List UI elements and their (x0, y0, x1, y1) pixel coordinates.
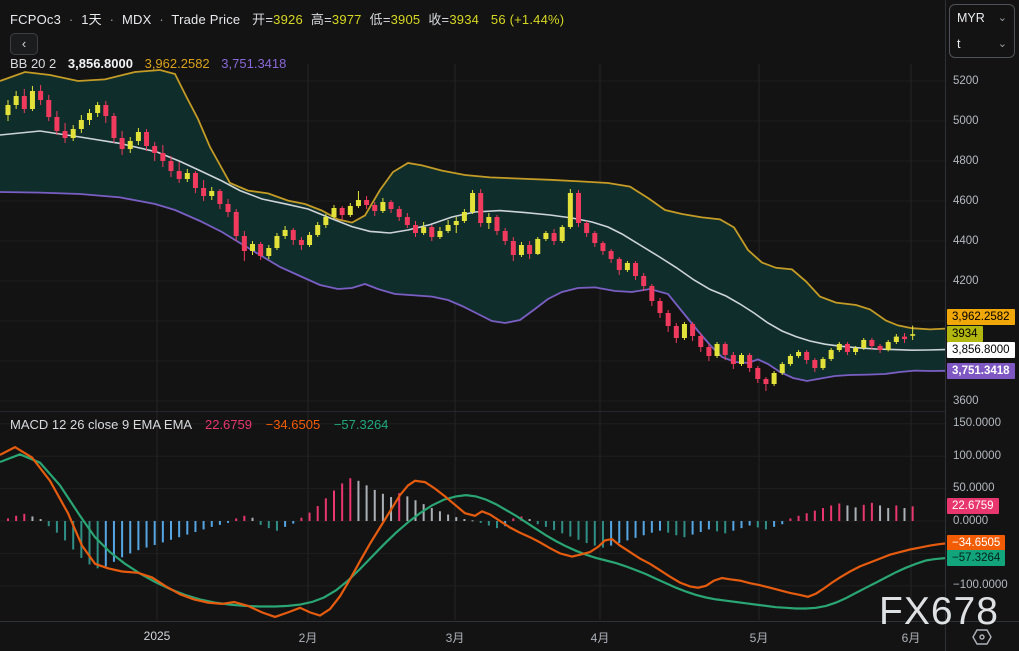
ohlc-fields: 开=3926 高=3977 低=3905 收=3934 (244, 12, 479, 27)
axis-tick-label: 4600 (953, 194, 979, 207)
chevron-down-icon: ⌄ (997, 12, 1007, 24)
price-badge: 22.6759 (947, 498, 999, 515)
chevron-down-icon: ⌄ (997, 38, 1007, 50)
bb-label: BB 20 2 (10, 56, 57, 71)
price-badge: −34.6505 (947, 535, 1006, 552)
price-badge: 3,856.8000 (947, 341, 1015, 358)
unit-value: t (957, 37, 961, 51)
macd-signal-value: −57.3264 (333, 417, 389, 432)
exchange-label: MDX (122, 12, 152, 27)
time-axis-label[interactable]: 3月 (427, 629, 483, 646)
quote-field-value: 3934 (449, 12, 480, 27)
time-axis-label[interactable]: 2月 (280, 629, 336, 646)
price-badge: 3934 (947, 326, 983, 343)
macd-line-value: −34.6505 (265, 417, 321, 432)
header-separator: · (109, 12, 115, 27)
price-badge: −57.3264 (947, 550, 1006, 567)
symbol-header[interactable]: FCPOc3 · 1天 · MDX · Trade Price 开=3926 高=… (10, 9, 564, 28)
axis-tick-label: 50.0000 (953, 482, 995, 495)
currency-value: MYR (957, 11, 985, 25)
header-separator: · (159, 12, 164, 27)
price-badge: 3,751.3418 (947, 362, 1015, 379)
currency-unit-selector[interactable]: MYR ⌄ t ⌄ (949, 4, 1015, 58)
back-chevron-icon: ‹ (21, 36, 27, 51)
price-chart-svg[interactable] (0, 64, 945, 411)
axis-tick-label: 0.0000 (953, 514, 989, 527)
pane-separator[interactable] (0, 411, 945, 412)
price-badge: 3,962.2582 (947, 308, 1015, 325)
quote-field-label: 低= (369, 12, 391, 27)
quote-field-label: 高= (310, 12, 332, 27)
symbol-name[interactable]: FCPOc3 (10, 12, 61, 27)
macd-indicator-row[interactable]: MACD 12 26 close 9 EMA EMA 22.6759 −34.6… (10, 417, 388, 432)
time-axis-label[interactable]: 2025 (129, 629, 185, 643)
bb-basis-value: 3,856.8000 (67, 56, 133, 71)
axis-tick-label: 4800 (953, 154, 979, 167)
quote-field-label: 收= (428, 12, 450, 27)
axis-tick-label: 5000 (953, 114, 979, 127)
quote-field-value: 3977 (331, 12, 362, 27)
axis-tick-label: 3600 (953, 394, 979, 407)
unit-dropdown[interactable]: t ⌄ (950, 31, 1014, 57)
bb-lower-value: 3,751.3418 (221, 56, 287, 71)
quote-field-label: 开= (252, 12, 274, 27)
back-button[interactable]: ‹ (10, 33, 38, 55)
quote-field-value: 3926 (273, 12, 303, 27)
macd-hist-value: 22.6759 (204, 417, 252, 432)
time-axis-label[interactable]: 5月 (731, 629, 787, 646)
axis-tick-label: 150.0000 (953, 417, 1001, 430)
time-axis-label[interactable]: 4月 (572, 629, 628, 646)
time-axis[interactable]: 2025 2月 3月 4月 5月 6月 (0, 621, 1019, 651)
bb-indicator-row[interactable]: BB 20 2 3,856.8000 3,962.2582 3,751.3418 (10, 56, 286, 71)
axis-tick-label: 100.0000 (953, 449, 1001, 462)
price-axis[interactable]: MYR ⌄ t ⌄ 5200 5000 4800 4600 4400 4200 3600 15… (945, 0, 1019, 621)
currency-dropdown[interactable]: MYR ⌄ (950, 5, 1014, 31)
axis-tick-label: 4200 (953, 274, 979, 287)
axis-tick-label: 5200 (953, 74, 979, 87)
bb-upper-value: 3,962.2582 (144, 56, 210, 71)
interval-label[interactable]: 1天 (81, 12, 102, 27)
feed-label: Trade Price (171, 12, 241, 27)
fx678-watermark: FX678 (879, 590, 999, 633)
change-value: 56 (+1.44%) (490, 12, 565, 27)
quote-field-value: 3905 (390, 12, 421, 27)
macd-chart-svg[interactable] (0, 412, 945, 620)
trading-chart-window: FCPOc3 · 1天 · MDX · Trade Price 开=3926 高=… (0, 0, 1019, 651)
axis-tick-label: 4400 (953, 234, 979, 247)
header-separator: · (68, 12, 74, 27)
macd-label: MACD 12 26 close 9 EMA EMA (10, 417, 192, 432)
